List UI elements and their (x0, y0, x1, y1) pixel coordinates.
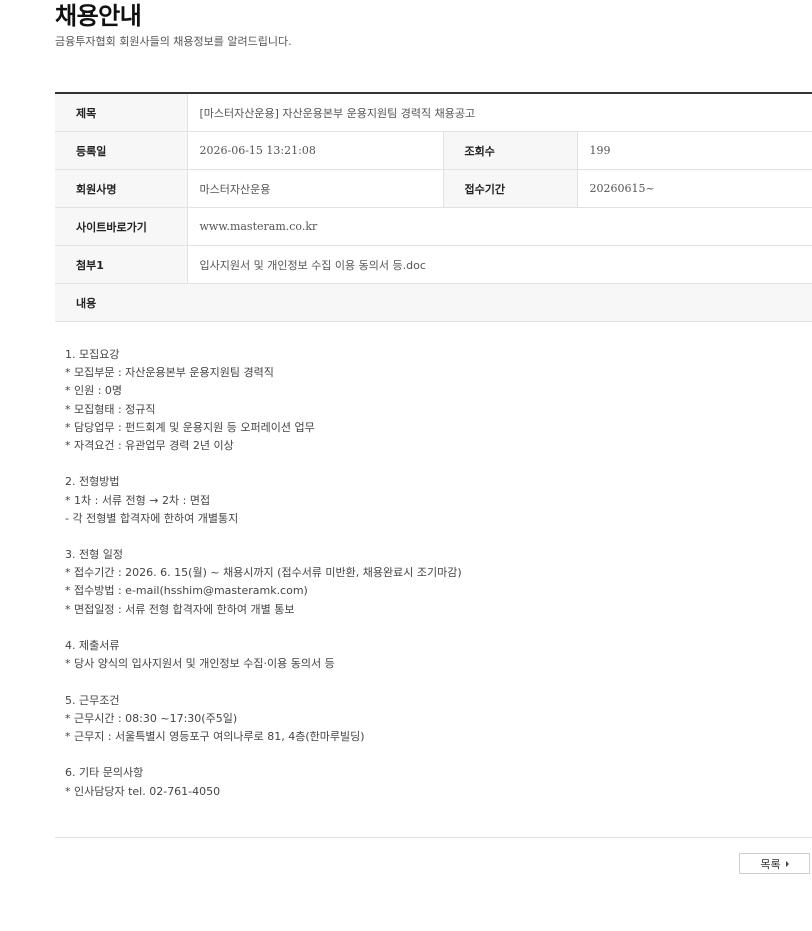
content-line (65, 619, 805, 637)
company-value: 마스터자산운용 (186, 169, 443, 208)
date-value: 2026-06-15 13:21:08 (186, 131, 443, 170)
arrow-right-icon (785, 860, 789, 867)
row-date: 등록일 2026-06-15 13:21:08 조회수 199 (55, 131, 812, 170)
content-line: 2. 전형방법 (65, 475, 120, 489)
content-line: * 면접일정 : 서류 전형 합격자에 한하여 개별 통보 (65, 602, 295, 616)
content-line (65, 455, 805, 473)
content-line (65, 528, 805, 546)
site-link[interactable]: www.masteram.co.kr (186, 207, 812, 246)
date-label: 등록일 (55, 131, 187, 170)
attachment-label: 첨부1 (55, 245, 187, 284)
row-company: 회원사명 마스터자산운용 접수기간 20260615~ (55, 169, 812, 208)
content-line: * 자격요건 : 유관업무 경력 2년 이상 (65, 438, 234, 452)
side-marker (0, 120, 3, 126)
views-label: 조회수 (442, 131, 577, 170)
content-line: * 모집부문 : 자산운용본부 운용지원팀 경력직 (65, 366, 274, 380)
content-line: * 인사담당자 tel. 02-761-4050 (65, 784, 221, 798)
content-line: 4. 제출서류 (65, 639, 120, 652)
list-button[interactable]: 목록 (739, 853, 810, 874)
views-value: 199 (576, 131, 812, 170)
content-line: 1. 모집요강 (65, 348, 120, 361)
content-line: 5. 근무조건 (65, 693, 120, 707)
row-subject: 제목 [마스터자산운용] 자산운용본부 운용지원팀 경력직 채용공고 (55, 93, 812, 132)
subject-value: [마스터자산운용] 자산운용본부 운용지원팀 경력직 채용공고 (186, 93, 812, 132)
period-label: 접수기간 (442, 169, 577, 208)
content-label: 내용 (55, 283, 187, 322)
content-line: * 근무지 : 서울특별시 영등포구 여의나루로 81, 4층(한마루빌딩) (65, 729, 365, 743)
page-subtitle: 금융투자협회 회원사들의 채용정보를 알려드립니다. (55, 35, 292, 48)
content-line: * 인원 : 0명 (65, 384, 123, 398)
row-content: 내용 (55, 283, 812, 322)
content-line: 6. 기타 문의사항 (65, 766, 144, 780)
period-value: 20260615~ (576, 169, 812, 208)
content-body: 1. 모집요강 * 모집부문 : 자산운용본부 운용지원팀 경력직 * 인원 :… (65, 346, 805, 801)
content-line: * 1차 : 서류 전형 → 2차 : 면접 (65, 493, 211, 507)
row-attachment: 첨부1 입사지원서 및 개인정보 수집 이용 동의서 등.doc (55, 245, 812, 284)
company-label: 회원사명 (55, 169, 187, 208)
site-label: 사이트바로가기 (55, 207, 187, 246)
page-title: 채용안내 (55, 2, 142, 30)
subject-label: 제목 (55, 93, 187, 132)
content-line: * 당사 양식의 입사지원서 및 개인정보 수집·이용 동의서 등 (65, 657, 335, 671)
bottom-divider (55, 837, 812, 838)
content-line (65, 673, 805, 691)
content-line (65, 746, 805, 764)
list-button-label: 목록 (760, 857, 781, 871)
content-line: * 접수방법 : e-mail(hsshim@masteramk.com) (65, 584, 308, 598)
content-line: * 접수기간 : 2026. 6. 15(월) ~ 채용시까지 (접수서류 미반… (65, 566, 462, 580)
content-line: - 각 전형별 합격자에 한하여 개별통지 (65, 511, 239, 525)
attachment-link[interactable]: 입사지원서 및 개인정보 수집 이용 동의서 등.doc (186, 245, 812, 284)
content-line: * 근무시간 : 08:30 ~17:30(주5일) (65, 711, 238, 725)
content-header-fill (187, 283, 812, 322)
content-line: * 모집형태 : 정규직 (65, 402, 156, 416)
row-site: 사이트바로가기 www.masteram.co.kr (55, 207, 812, 246)
job-detail-table: 제목 [마스터자산운용] 자산운용본부 운용지원팀 경력직 채용공고 등록일 2… (55, 92, 812, 322)
content-line: 3. 전형 일정 (65, 548, 123, 562)
content-line: * 담당업무 : 펀드회계 및 운용지원 등 오퍼레이션 업무 (65, 420, 315, 434)
